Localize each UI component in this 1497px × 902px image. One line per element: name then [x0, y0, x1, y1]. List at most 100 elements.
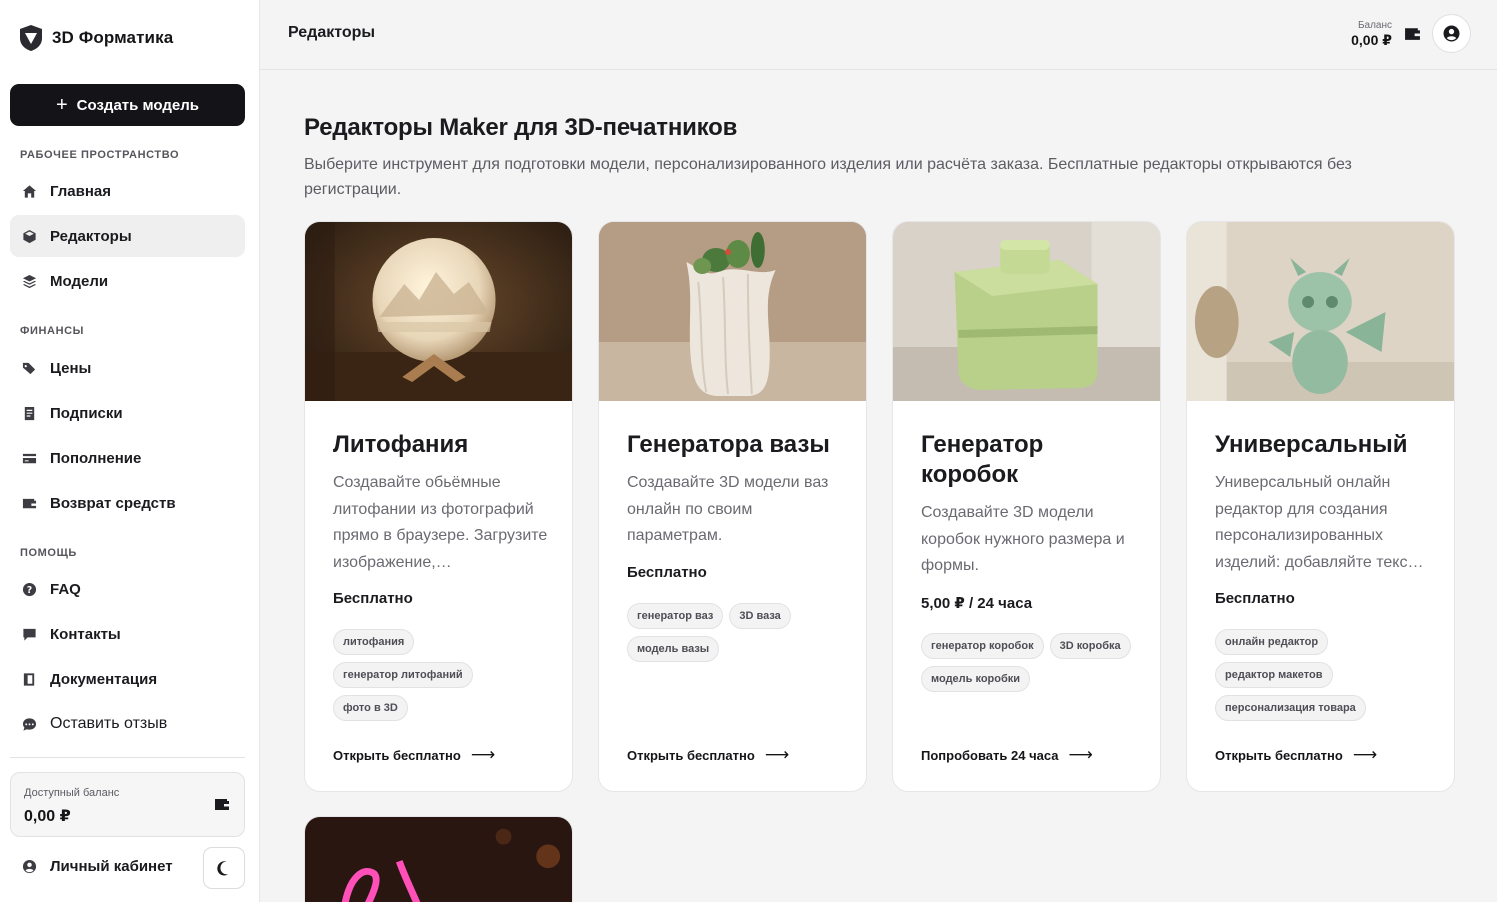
tag[interactable]: модель коробки	[921, 666, 1031, 692]
sidebar-item-editors[interactable]: Редакторы	[10, 215, 245, 257]
card-price: Бесплатно	[333, 590, 413, 607]
card-image-lithophane	[305, 222, 572, 401]
tag[interactable]: редактор макетов	[1215, 662, 1333, 688]
editor-card-neon[interactable]	[304, 816, 573, 902]
sidebar-item-refund[interactable]: Возврат средств	[10, 482, 245, 524]
card-title: Литофания	[333, 431, 469, 458]
card-image-vase	[599, 222, 866, 401]
card-tags: онлайн редактор редактор макетов персона…	[1215, 629, 1435, 721]
card-description: Создавайте 3D модели ваз онлайн по своим…	[627, 474, 829, 544]
tag[interactable]: фото в 3D	[333, 695, 408, 721]
sidebar-item-subscriptions[interactable]: Подписки	[10, 392, 245, 434]
sidebar-item-label: Пополнение	[50, 449, 142, 467]
card-open-link[interactable]: Открыть бесплатно ⟶	[333, 745, 495, 765]
card-cta-label: Открыть бесплатно	[627, 747, 755, 763]
sidebar-item-label: Главная	[50, 182, 112, 200]
arrow-right-icon: ⟶	[1352, 745, 1378, 764]
tag[interactable]: онлайн редактор	[1215, 629, 1329, 655]
wallet-icon[interactable]	[1404, 26, 1421, 46]
brand-logo[interactable]: 3D Форматика	[18, 24, 173, 52]
user-avatar-button[interactable]	[1432, 14, 1471, 53]
sidebar-item-feedback[interactable]: Оставить отзыв	[10, 703, 245, 745]
card-tags: генератор ваз 3D ваза модель вазы	[627, 603, 847, 662]
card-open-link[interactable]: Открыть бесплатно ⟶	[627, 745, 789, 765]
cube-icon	[22, 229, 37, 244]
sidebar-item-models[interactable]: Модели	[10, 260, 245, 302]
card-open-link[interactable]: Открыть бесплатно ⟶	[1215, 745, 1377, 765]
tag[interactable]: литофания	[333, 629, 415, 655]
card-title: Универсальный	[1215, 431, 1408, 458]
card-description: Создавайте обьёмные литофании из фотогра…	[333, 474, 548, 571]
plus-icon: +	[55, 94, 68, 116]
sidebar-item-docs[interactable]: Документация	[10, 658, 245, 700]
card-try-link[interactable]: Попробовать 24 часа ⟶	[921, 745, 1093, 765]
brand-name: 3D Форматика	[52, 28, 174, 47]
card-tags: литофания генератор литофаний фото в 3D	[333, 629, 553, 721]
section-label-workspace: РАБОЧЕЕ ПРОСТРАНСТВО	[20, 149, 180, 161]
editor-card-lithophane[interactable]: Литофания Создавайте обьёмные литофании …	[304, 221, 573, 792]
book-icon	[22, 672, 37, 687]
sidebar-item-label: Подписки	[50, 404, 123, 422]
layers-icon	[22, 274, 37, 289]
sidebar-item-label: Контакты	[50, 625, 121, 643]
tag[interactable]: генератор ваз	[627, 603, 724, 629]
tag[interactable]: модель вазы	[627, 636, 720, 662]
topbar-balance-label: Баланс	[1357, 20, 1392, 31]
wallet-icon	[22, 496, 37, 511]
sidebar-item-label: Оставить отзыв	[50, 715, 168, 732]
tags-icon	[22, 361, 37, 376]
theme-toggle-button[interactable]	[203, 847, 245, 889]
sidebar: 3D Форматика + Создать модель РАБОЧЕЕ ПР…	[0, 0, 260, 902]
sidebar-item-label: Документация	[50, 670, 158, 688]
svg-text:?: ?	[27, 585, 32, 596]
editor-card-vase[interactable]: Генератора вазы Создавайте 3D модели ваз…	[598, 221, 867, 792]
available-balance-value: 0,00 ₽	[24, 808, 71, 825]
tag[interactable]: 3D коробка	[1049, 633, 1131, 659]
topbar: Редакторы Баланс 0,00 ₽	[260, 0, 1497, 70]
available-balance-card[interactable]: Доступный баланс 0,00 ₽	[10, 772, 245, 837]
tag[interactable]: 3D ваза	[729, 603, 791, 629]
card-price: Бесплатно	[1215, 590, 1295, 607]
receipt-icon	[22, 406, 37, 421]
card-tags: генератор коробок 3D коробка модель коро…	[921, 633, 1141, 692]
user-circle-icon	[22, 859, 37, 874]
topbar-balance[interactable]: Баланс 0,00 ₽	[1351, 20, 1392, 49]
sidebar-item-topup[interactable]: Пополнение	[10, 437, 245, 479]
personal-account-link[interactable]: Личный кабинет	[22, 858, 173, 875]
tag[interactable]: генератор литофаний	[333, 662, 473, 688]
card-price: Бесплатно	[627, 564, 707, 581]
sidebar-item-home[interactable]: Главная	[10, 170, 245, 212]
wallet-icon	[214, 797, 230, 816]
sidebar-item-prices[interactable]: Цены	[10, 347, 245, 389]
sidebar-item-label: Редакторы	[50, 227, 132, 245]
sidebar-divider	[10, 757, 245, 758]
page-description: Выберите инструмент для подготовки модел…	[304, 156, 1352, 198]
card-image-neon	[305, 817, 572, 902]
user-circle-icon	[1443, 25, 1460, 42]
sidebar-item-label: Модели	[50, 272, 109, 290]
chat-bubble-icon	[22, 627, 37, 642]
question-circle-icon: ?	[22, 582, 37, 597]
personal-account-label: Личный кабинет	[50, 858, 173, 875]
editor-card-universal[interactable]: Универсальный Универсальный онлайн редак…	[1186, 221, 1455, 792]
section-label-finance: ФИНАНСЫ	[20, 325, 85, 337]
arrow-right-icon: ⟶	[764, 745, 790, 764]
card-cta-label: Открыть бесплатно	[333, 747, 461, 763]
credit-card-icon	[22, 451, 37, 466]
sidebar-item-contacts[interactable]: Контакты	[10, 613, 245, 655]
card-cta-label: Открыть бесплатно	[1215, 747, 1343, 763]
sidebar-item-faq[interactable]: ? FAQ	[10, 568, 245, 610]
editor-card-box[interactable]: Генератор коробок Создавайте 3D модели к…	[892, 221, 1161, 792]
card-image-universal	[1187, 222, 1454, 401]
topbar-title: Редакторы	[288, 24, 376, 41]
tag[interactable]: генератор коробок	[921, 633, 1044, 659]
create-model-button[interactable]: + Создать модель	[10, 84, 245, 126]
tag[interactable]: персонализация товара	[1215, 695, 1366, 721]
card-description: Создавайте 3D модели коробок нужного раз…	[921, 504, 1125, 574]
home-icon	[22, 184, 37, 199]
sidebar-item-label: Возврат средств	[50, 494, 176, 512]
card-cta-label: Попробовать 24 часа	[921, 747, 1059, 763]
available-balance-label: Доступный баланс	[24, 787, 120, 799]
page-title: Редакторы Maker для 3D-печатников	[304, 114, 738, 141]
card-description: Универсальный онлайн редактор для создан…	[1215, 474, 1424, 571]
